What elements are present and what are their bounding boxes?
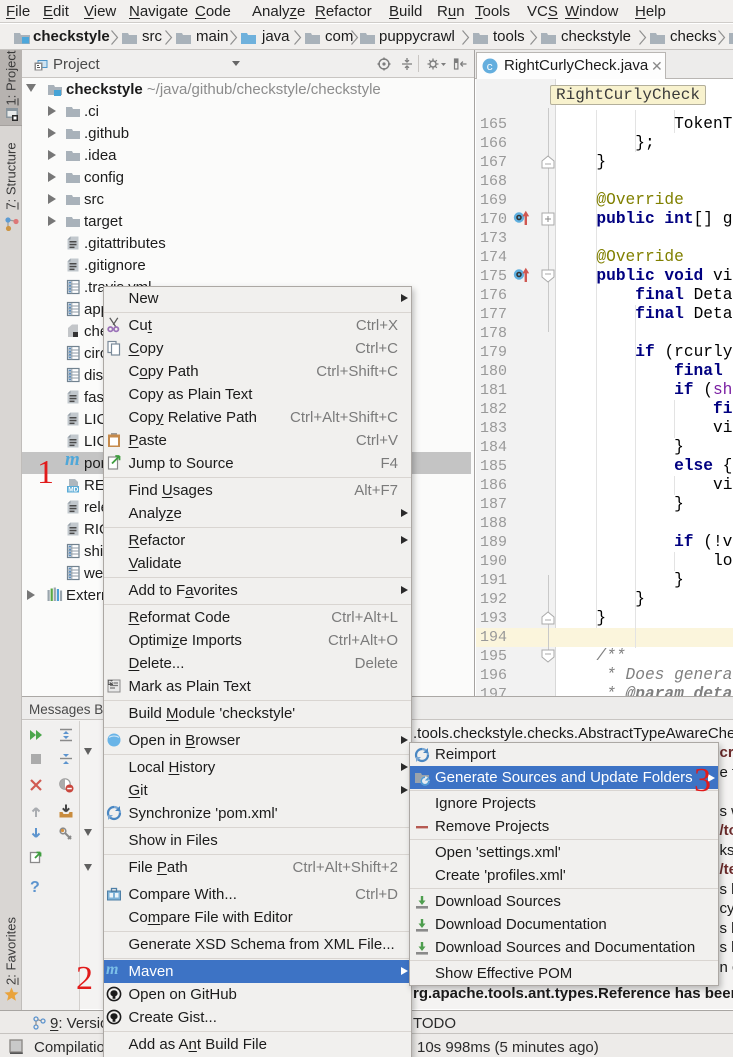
svg-text:c: c xyxy=(487,62,494,74)
